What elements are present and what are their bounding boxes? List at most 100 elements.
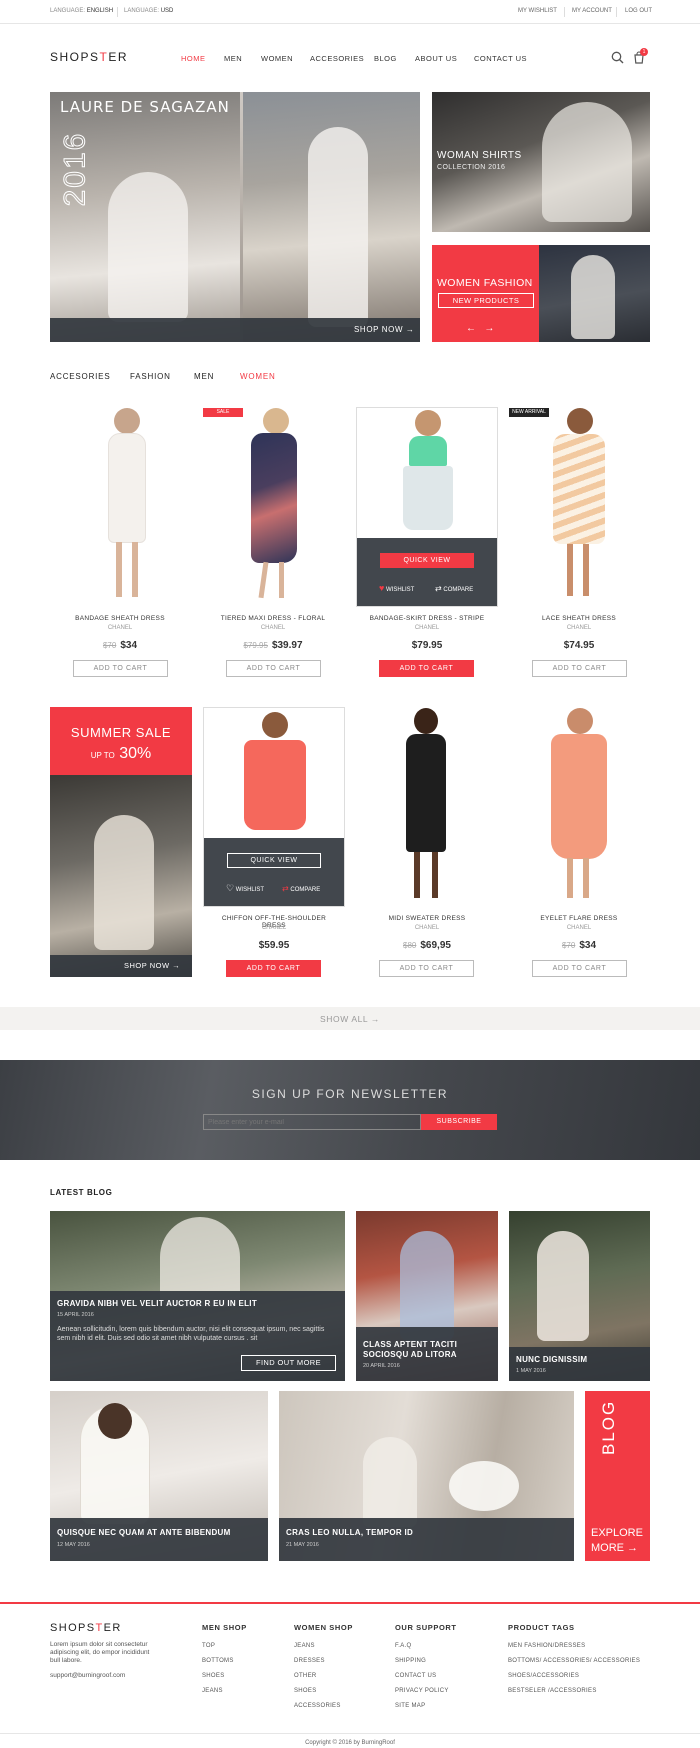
cart-icon[interactable]: 1 (633, 48, 648, 69)
my-account-link[interactable]: MY ACCOUNT (572, 8, 612, 14)
blog-post-date: 12 MAY 2016 (57, 1542, 90, 1548)
language-selector[interactable]: LANGUAGE: ENGLISH (50, 8, 113, 14)
footer-link[interactable]: SHOES (202, 1673, 225, 1679)
quick-view-overlay (204, 838, 344, 906)
footer-email[interactable]: support@burningroof.com (50, 1672, 125, 1679)
footer-link[interactable]: JEANS (202, 1688, 223, 1694)
footer-link[interactable]: OTHER (294, 1673, 317, 1679)
add-to-cart-button[interactable]: ADD TO CART (73, 660, 168, 677)
nav-women[interactable]: WOMEN (261, 54, 293, 63)
add-to-cart-button[interactable]: ADD TO CART (226, 960, 321, 977)
product-image (234, 708, 316, 838)
blog-post-card[interactable]: NUNC DIGNISSIM 1 MAY 2016 (509, 1211, 650, 1381)
product-card-hover[interactable]: QUICK VIEW ♥ WISHLIST ⇄ COMPARE (356, 407, 498, 607)
footer-link[interactable]: ACCESSORIES (294, 1703, 341, 1709)
footer-link[interactable]: MEN FASHION/DRESSES (508, 1643, 585, 1649)
product-name[interactable]: MIDI SWEATER DRESS (362, 915, 492, 922)
summer-sale-shop-now[interactable]: SHOP NOW → (124, 961, 180, 970)
add-to-cart-button[interactable]: ADD TO CART (379, 660, 474, 677)
tab-women[interactable]: WOMEN (240, 372, 276, 381)
product-brand: CHANEL (566, 625, 592, 631)
compare-button[interactable]: ⇄ COMPARE (435, 584, 473, 593)
footer-link[interactable]: BOTTOMS/ ACCESSORIES/ ACCESSORIES (508, 1658, 640, 1664)
search-icon[interactable] (611, 51, 624, 69)
wishlist-button[interactable]: ♥ WISHLIST (379, 583, 414, 593)
blog-overlay (279, 1518, 574, 1561)
show-all-button[interactable]: SHOW ALL → (0, 1014, 700, 1024)
banner-arrows[interactable]: ← → (466, 323, 494, 334)
product-card[interactable] (509, 702, 649, 907)
my-wishlist-link[interactable]: MY WISHLIST (518, 8, 557, 14)
product-name[interactable]: EYELET FLARE DRESS (514, 915, 644, 922)
summer-sale-banner[interactable]: SUMMER SALE UP TO 30% SHOP NOW → (50, 707, 192, 977)
find-out-more-button[interactable]: FIND OUT MORE (241, 1355, 336, 1371)
add-to-cart-button[interactable]: ADD TO CART (226, 660, 321, 677)
product-card[interactable] (509, 402, 649, 607)
product-name[interactable]: BANDAGE-SKIRT DRESS - STRIPE (362, 615, 492, 622)
footer-link[interactable]: CONTACT US (395, 1673, 436, 1679)
women-fashion-banner[interactable]: WOMEN FASHION NEW PRODUCTS ← → (432, 245, 650, 342)
product-price: $80 $69,95 (403, 940, 451, 951)
divider (616, 7, 617, 17)
add-to-cart-button[interactable]: ADD TO CART (532, 960, 627, 977)
nav-contact-us[interactable]: CONTACT US (474, 54, 527, 63)
subscribe-button[interactable]: SUBSCRIBE (421, 1114, 497, 1130)
footer-link[interactable]: F.A.Q (395, 1643, 412, 1649)
tab-men[interactable]: MEN (194, 372, 214, 381)
add-to-cart-button[interactable]: ADD TO CART (532, 660, 627, 677)
explore-label: EXPLORE (591, 1527, 643, 1539)
hero-shop-now-button[interactable]: SHOP NOW → (354, 325, 415, 334)
footer-link[interactable]: PRIVACY POLICY (395, 1688, 449, 1694)
nav-about-us[interactable]: ABOUT US (415, 54, 457, 63)
product-card[interactable] (62, 402, 192, 607)
footer-link[interactable]: SHIPPING (395, 1658, 426, 1664)
footer-logo[interactable]: SHOPSTER (50, 1622, 122, 1634)
footer-link[interactable]: SHOES (294, 1688, 317, 1694)
newsletter-email-input[interactable] (203, 1114, 421, 1130)
footer-link[interactable]: DRESSES (294, 1658, 325, 1664)
product-card[interactable] (356, 702, 496, 907)
product-price: $59.95 (258, 940, 290, 951)
blog-post-card[interactable]: GRAVIDA NIBH VEL VELIT AUCTOR R EU IN EL… (50, 1211, 345, 1381)
compare-button[interactable]: ⇄ COMPARE (282, 884, 320, 893)
product-price: $70 $34 (102, 640, 138, 651)
nav-men[interactable]: MEN (224, 54, 242, 63)
tab-accesories[interactable]: ACCESORIES (50, 372, 110, 381)
new-products-button[interactable]: NEW PRODUCTS (438, 293, 534, 308)
footer-link[interactable]: BESTSELER /ACCESSORIES (508, 1688, 597, 1694)
blog-explore-card[interactable]: BLOG EXPLORE MORE → (585, 1391, 650, 1561)
blog-post-card[interactable]: CLASS APTENT TACITI SOCIOSQU AD LITORA 2… (356, 1211, 498, 1381)
product-name[interactable]: LACE SHEATH DRESS (514, 615, 644, 622)
footer-link[interactable]: JEANS (294, 1643, 315, 1649)
nav-accesories[interactable]: ACCESORIES (310, 54, 364, 63)
product-card-hover[interactable]: QUICK VIEW ♡ WISHLIST ⇄ COMPARE (203, 707, 345, 907)
footer-link[interactable]: BOTTOMS (202, 1658, 234, 1664)
product-name[interactable]: TIERED MAXI DRESS - FLORAL (208, 615, 338, 622)
logo[interactable]: SHOPSTER (50, 50, 128, 64)
nav-blog[interactable]: BLOG (374, 54, 397, 63)
product-price: $70 $34 (561, 940, 597, 951)
blog-post-card[interactable]: CRAS LEO NULLA, TEMPOR ID 21 MAY 2016 (279, 1391, 574, 1561)
footer-link[interactable]: SITE MAP (395, 1703, 425, 1709)
footer-link[interactable]: TOP (202, 1643, 215, 1649)
currency-selector[interactable]: LANGUAGE: USD (124, 8, 173, 14)
hero-main-banner[interactable]: LAURE DE SAGAZAN 2016 SHOP NOW → (50, 92, 420, 342)
footer-link[interactable]: SHOES/ACCESSORIES (508, 1673, 579, 1679)
product-card[interactable] (203, 402, 343, 607)
product-name[interactable]: BANDAGE SHEATH DRESS (55, 615, 185, 622)
woman-shirts-banner[interactable]: WOMAN SHIRTS COLLECTION 2016 (432, 92, 650, 232)
explore-more-link[interactable]: MORE → (591, 1542, 638, 1554)
latest-blog-title: LATEST BLOG (50, 1188, 113, 1197)
summer-sale-photo (50, 775, 192, 977)
add-to-cart-button[interactable]: ADD TO CART (379, 960, 474, 977)
quick-view-button[interactable]: QUICK VIEW (227, 853, 321, 868)
quick-view-button[interactable]: QUICK VIEW (380, 553, 474, 568)
product-brand: CHANEL (261, 925, 287, 931)
blog-post-excerpt: Aenean sollicitudin, lorem quis bibendum… (57, 1326, 325, 1342)
blog-post-card[interactable]: QUISQUE NEC QUAM AT ANTE BIBENDUM 12 MAY… (50, 1391, 268, 1561)
nav-home[interactable]: HOME (181, 54, 206, 63)
log-out-link[interactable]: LOG OUT (625, 8, 652, 14)
wishlist-button[interactable]: ♡ WISHLIST (226, 883, 264, 894)
tab-fashion[interactable]: FASHION (130, 372, 171, 381)
blog-post-title: GRAVIDA NIBH VEL VELIT AUCTOR R EU IN EL… (57, 1299, 258, 1308)
